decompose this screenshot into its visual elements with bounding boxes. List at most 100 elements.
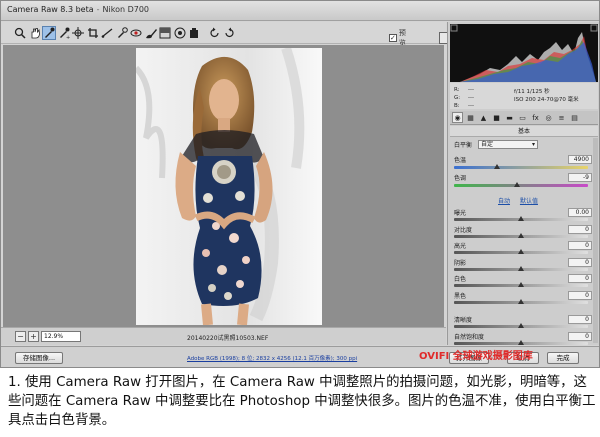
chevron-down-icon: ▾ bbox=[531, 141, 535, 148]
graduated-filter-icon[interactable] bbox=[158, 26, 172, 40]
temperature-slider[interactable] bbox=[454, 164, 588, 169]
detail-tab-icon[interactable]: ▲ bbox=[478, 112, 489, 123]
tutorial-caption: 1. 使用 Camera Raw 打开图片，在 Camera Raw 中调整照片… bbox=[8, 375, 596, 428]
workflow-options-link[interactable]: Adobe RGB (1998); 8 位; 2832 x 4256 (12.1… bbox=[187, 354, 357, 362]
rotate-cw-icon[interactable] bbox=[222, 26, 236, 40]
photo-preview[interactable] bbox=[136, 48, 322, 325]
lens-tab-icon[interactable]: ▭ bbox=[517, 112, 528, 123]
slider-label: 清晰度 bbox=[454, 317, 473, 324]
white-balance-select[interactable]: 自定 ▾ bbox=[478, 140, 538, 149]
slider-value[interactable]: 0 bbox=[568, 224, 592, 234]
tone-curve-tab-icon[interactable]: ▦ bbox=[465, 112, 476, 123]
app-name: Camera Raw 8.3 beta bbox=[7, 5, 94, 14]
slider-thumb[interactable] bbox=[518, 339, 524, 345]
panel-scrollbar[interactable] bbox=[593, 138, 598, 343]
adjustment-slider[interactable] bbox=[454, 232, 588, 238]
panel-tabs: ◉ ▦ ▲ ■ ▬ ▭ fx ◎ ≡ ▤ bbox=[450, 111, 598, 125]
targeted-adjustment-icon[interactable] bbox=[71, 26, 85, 40]
tint-slider-thumb[interactable] bbox=[513, 182, 520, 187]
blue-readout-value: --- bbox=[468, 103, 474, 109]
red-readout-label: R: bbox=[454, 87, 460, 93]
rotate-ccw-icon[interactable] bbox=[208, 26, 222, 40]
red-readout-value: --- bbox=[468, 87, 474, 93]
red-eye-icon[interactable] bbox=[129, 26, 143, 40]
slider-thumb[interactable] bbox=[518, 298, 524, 304]
tint-slider[interactable] bbox=[454, 182, 588, 187]
color-sampler-icon[interactable]: + bbox=[57, 26, 71, 40]
slider-thumb[interactable] bbox=[518, 216, 524, 221]
snapshots-tab-icon[interactable]: ▤ bbox=[569, 112, 580, 123]
zoom-out-button[interactable]: − bbox=[15, 331, 26, 342]
slider-label: 黑色 bbox=[454, 292, 467, 300]
slider-thumb[interactable] bbox=[518, 232, 524, 238]
default-link[interactable]: 默认值 bbox=[520, 198, 538, 205]
green-readout-value: --- bbox=[468, 95, 474, 101]
slider-thumb[interactable] bbox=[518, 282, 524, 287]
radial-filter-icon[interactable] bbox=[173, 26, 187, 40]
adjustments-panel: R: G: B: --- --- --- f/11 1/125 秒 ISO 20… bbox=[447, 22, 599, 345]
adjustment-slider[interactable] bbox=[454, 282, 588, 287]
split-toning-tab-icon[interactable]: ▬ bbox=[504, 112, 515, 123]
temperature-label: 色温 bbox=[454, 157, 467, 164]
histogram-graph bbox=[450, 24, 598, 82]
file-name: 20140220试黑照10503.NEF bbox=[187, 335, 269, 342]
slider-value[interactable]: 0.00 bbox=[568, 208, 592, 217]
zoom-control: − + 12.9% bbox=[15, 331, 81, 342]
zoom-level-select[interactable]: 12.9% bbox=[41, 331, 81, 342]
hand-icon[interactable] bbox=[28, 26, 42, 40]
adjustment-slider[interactable] bbox=[454, 298, 588, 304]
white-balance-icon[interactable] bbox=[42, 26, 56, 40]
temperature-slider-thumb[interactable] bbox=[493, 164, 500, 169]
tint-label: 色调 bbox=[454, 175, 467, 182]
slider-value[interactable]: 0 bbox=[568, 241, 592, 250]
save-image-button[interactable]: 存储图像... bbox=[15, 352, 63, 364]
white-balance-label: 白平衡 bbox=[454, 142, 473, 149]
adjustment-slider[interactable] bbox=[454, 249, 588, 254]
straighten-icon[interactable] bbox=[100, 26, 114, 40]
canvas-status-bar: − + 12.9% 20140220试黑照10503.NEF bbox=[1, 327, 446, 345]
camera-raw-window: Camera Raw 8.3 beta-Nikon D700 +✓预览 bbox=[0, 0, 600, 368]
adjustment-slider[interactable] bbox=[454, 265, 588, 271]
zoom-in-button[interactable]: + bbox=[28, 331, 39, 342]
slider-value[interactable]: 0 bbox=[568, 315, 592, 324]
slider-thumb[interactable] bbox=[518, 265, 524, 271]
watermark: OVIFI 全球游戏摄影图库 bbox=[419, 347, 533, 362]
preview-checkbox[interactable]: ✓ bbox=[389, 34, 397, 42]
slider-value[interactable]: 0 bbox=[568, 274, 592, 283]
camera-model: Nikon D700 bbox=[102, 5, 150, 14]
slider-thumb[interactable] bbox=[518, 249, 524, 254]
zoom-icon[interactable] bbox=[13, 26, 27, 40]
preferences-icon[interactable] bbox=[187, 26, 201, 40]
basic-tab-icon[interactable]: ◉ bbox=[452, 112, 463, 123]
slider-value[interactable]: 0 bbox=[568, 290, 592, 300]
crop-icon[interactable] bbox=[86, 26, 100, 40]
white-balance-value: 自定 bbox=[481, 141, 494, 148]
camera-calibration-tab-icon[interactable]: ◎ bbox=[543, 112, 554, 123]
slider-label: 阴影 bbox=[454, 259, 467, 267]
spot-removal-icon[interactable] bbox=[115, 26, 129, 40]
temperature-value[interactable]: 4900 bbox=[568, 155, 592, 164]
preview-canvas[interactable] bbox=[3, 45, 444, 327]
slider-label: 对比度 bbox=[454, 226, 473, 234]
slider-label: 曝光 bbox=[454, 210, 467, 217]
fx-tab-icon[interactable]: fx bbox=[530, 112, 541, 123]
adjustment-slider[interactable] bbox=[454, 339, 588, 345]
window-title: Camera Raw 8.3 beta - Nikon D700 bbox=[7, 5, 150, 14]
blue-readout-label: B: bbox=[454, 103, 460, 109]
slider-value[interactable]: 0 bbox=[568, 257, 592, 267]
adjustment-slider[interactable] bbox=[454, 216, 588, 221]
tint-value[interactable]: -9 bbox=[568, 173, 592, 182]
auto-link[interactable]: 自动 bbox=[498, 198, 510, 205]
done-button[interactable]: 完成 bbox=[547, 352, 579, 364]
slider-label: 白色 bbox=[454, 276, 467, 283]
section-title-basic: 基本 bbox=[450, 126, 598, 137]
adjustment-slider[interactable] bbox=[454, 323, 588, 328]
presets-tab-icon[interactable]: ≡ bbox=[556, 112, 567, 123]
aperture-shutter: f/11 1/125 秒 bbox=[514, 89, 550, 95]
slider-value[interactable]: 0 bbox=[568, 331, 592, 341]
hsl-tab-icon[interactable]: ■ bbox=[491, 112, 502, 123]
slider-thumb[interactable] bbox=[518, 323, 524, 328]
slider-label: 自然饱和度 bbox=[454, 333, 485, 341]
green-readout-label: G: bbox=[454, 95, 461, 101]
adjustment-brush-icon[interactable] bbox=[144, 26, 158, 40]
